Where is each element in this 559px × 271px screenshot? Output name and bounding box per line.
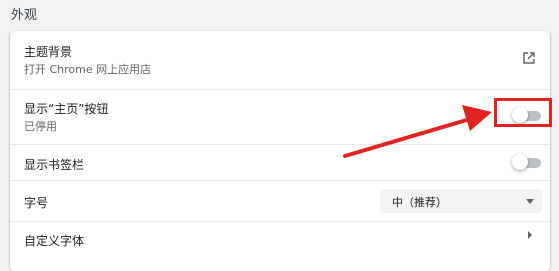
theme-row[interactable]: 主题背景 打开 Chrome 网上应用店 (10, 31, 550, 89)
theme-sublabel: 打开 Chrome 网上应用店 (24, 63, 152, 76)
chevron-right-icon (528, 231, 532, 239)
section-title-appearance: 外观 (11, 8, 38, 23)
bookmarks-bar-label: 显示书签栏 (24, 158, 85, 172)
font-size-label: 字号 (24, 196, 49, 210)
theme-label: 主题背景 (24, 45, 73, 59)
chevron-down-icon (526, 199, 534, 204)
annotation-highlight-box (494, 98, 552, 127)
bookmarks-bar-toggle[interactable] (512, 154, 542, 170)
custom-fonts-label: 自定义字体 (24, 234, 85, 248)
open-in-new-icon[interactable] (522, 51, 536, 65)
font-size-selected-value: 中（推荐） (392, 196, 447, 209)
font-size-row: 字号 中（推荐） (10, 180, 550, 221)
home-button-status: 已停用 (24, 120, 57, 133)
home-button-label: 显示“主页”按钮 (24, 102, 109, 116)
bookmarks-bar-row[interactable]: 显示书签栏 (10, 144, 550, 180)
home-button-row[interactable]: 显示“主页”按钮 已停用 (10, 89, 550, 144)
font-size-select[interactable]: 中（推荐） (380, 189, 542, 213)
custom-fonts-row[interactable]: 自定义字体 (10, 221, 550, 261)
appearance-settings-card: 主题背景 打开 Chrome 网上应用店 显示“主页”按钮 已停用 显示书签栏 … (10, 31, 550, 271)
toggle-knob (512, 154, 528, 170)
